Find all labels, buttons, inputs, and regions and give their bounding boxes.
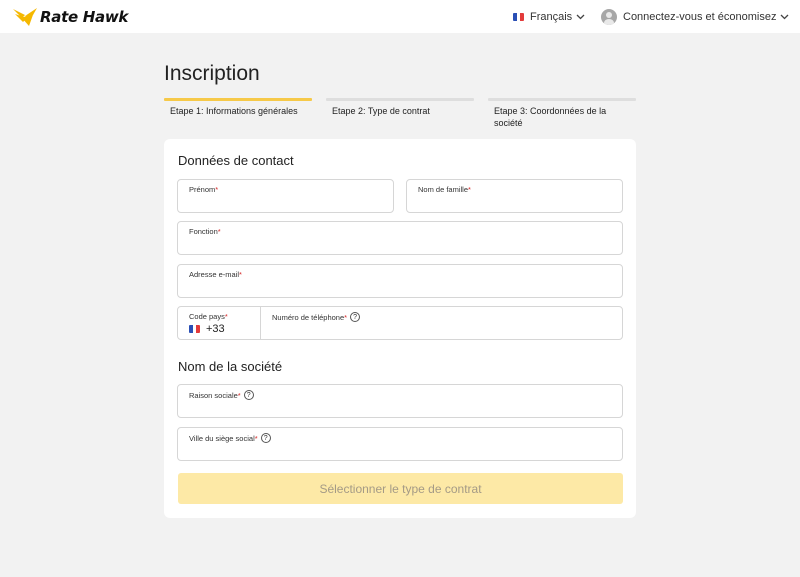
- last-name-label: Nom de famille *: [418, 185, 471, 194]
- chevron-down-icon: [781, 14, 789, 19]
- email-input[interactable]: [188, 279, 612, 293]
- step-3-bar: [488, 98, 636, 101]
- phone-input[interactable]: [271, 321, 612, 335]
- legal-name-field[interactable]: Raison sociale *?: [177, 384, 623, 418]
- phone-group: Code pays * +33 Numéro de téléphone *?: [177, 306, 623, 340]
- language-label: Français: [530, 11, 573, 23]
- chevron-down-icon: [576, 14, 585, 20]
- user-avatar-icon: [601, 8, 617, 25]
- step-3: Etape 3: Coordonnées de la société: [488, 98, 636, 129]
- france-flag-icon: [513, 13, 524, 21]
- position-label: Fonction *: [189, 227, 221, 236]
- step-1-label: Etape 1: Informations générales: [170, 106, 298, 116]
- ratehawk-logo[interactable]: Rate Hawk: [12, 6, 128, 28]
- country-code-select[interactable]: +33: [189, 323, 225, 335]
- hq-city-input[interactable]: [188, 442, 612, 456]
- country-code-label: Code pays *: [189, 312, 228, 321]
- first-name-input[interactable]: [188, 194, 383, 208]
- phone-divider: [260, 307, 261, 339]
- last-name-input[interactable]: [417, 194, 612, 208]
- contact-section-title: Données de contact: [178, 153, 294, 168]
- position-field[interactable]: Fonction *: [177, 221, 623, 255]
- account-menu[interactable]: Connectez-vous et économisez: [601, 8, 789, 25]
- step-1-bar: [164, 98, 312, 101]
- hawk-logo-icon: [13, 8, 37, 26]
- logo-text: Rate Hawk: [40, 8, 129, 26]
- first-name-label: Prénom *: [189, 185, 219, 194]
- progress-steps: Etape 1: Informations générales Etape 2:…: [164, 98, 636, 132]
- email-field[interactable]: Adresse e-mail *: [177, 264, 623, 298]
- page-title: Inscription: [164, 62, 260, 85]
- legal-name-input[interactable]: [188, 399, 612, 413]
- step-3-label: Etape 3: Coordonnées de la société: [494, 106, 607, 128]
- email-label: Adresse e-mail *: [189, 270, 242, 279]
- position-input[interactable]: [188, 236, 612, 250]
- first-name-field[interactable]: Prénom *: [177, 179, 394, 213]
- step-2-bar: [326, 98, 474, 101]
- step-2-label: Etape 2: Type de contrat: [332, 106, 430, 116]
- company-section-title: Nom de la société: [178, 359, 283, 374]
- select-contract-type-button[interactable]: Sélectionner le type de contrat: [178, 473, 623, 504]
- account-label: Connectez-vous et économisez: [623, 10, 777, 23]
- last-name-field[interactable]: Nom de famille *: [406, 179, 623, 213]
- country-code-value: +33: [206, 323, 225, 335]
- registration-form-card: Données de contact Prénom * Nom de famill…: [164, 139, 636, 518]
- france-flag-icon: [189, 325, 200, 333]
- step-1: Etape 1: Informations générales: [164, 98, 312, 117]
- top-bar: Rate Hawk Français Connectez-vous et éco…: [0, 0, 800, 33]
- language-selector[interactable]: Français: [513, 9, 585, 25]
- hq-city-field[interactable]: Ville du siège social *?: [177, 427, 623, 461]
- step-2: Etape 2: Type de contrat: [326, 98, 474, 117]
